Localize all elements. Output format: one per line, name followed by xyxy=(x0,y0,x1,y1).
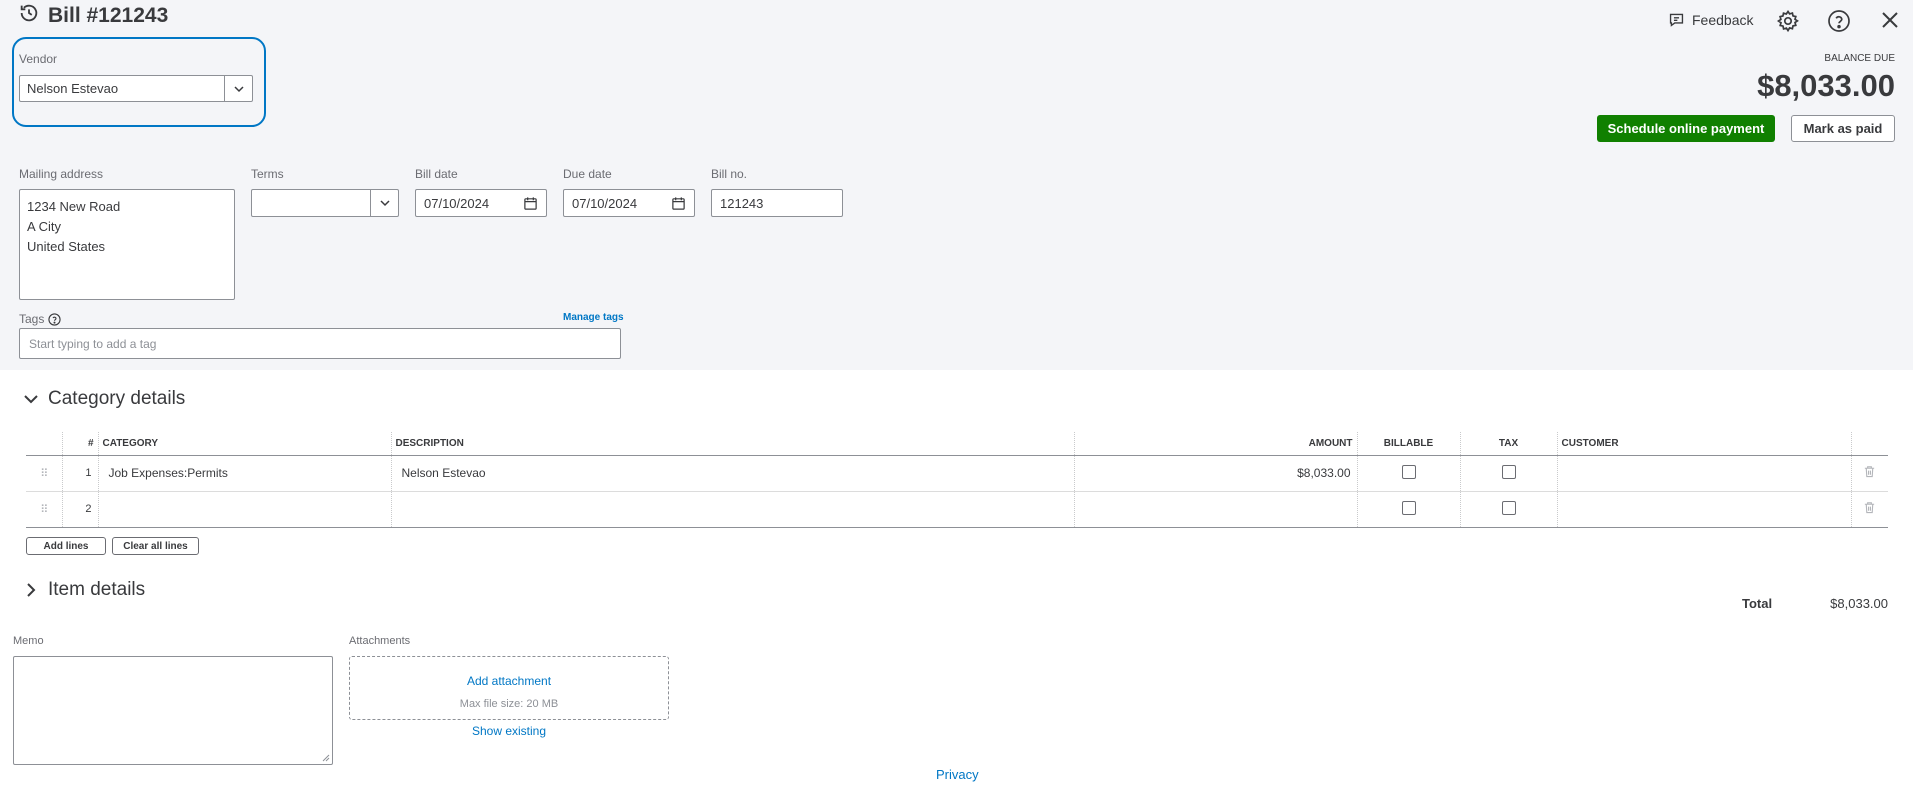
item-details-title: Item details xyxy=(48,579,146,600)
delete-cell xyxy=(1850,455,1888,492)
max-file-size-text: Max file size: 20 MB xyxy=(459,698,559,710)
help-icon[interactable] xyxy=(1827,9,1851,36)
tax-checkbox[interactable] xyxy=(1501,500,1516,515)
info-icon[interactable] xyxy=(48,312,61,326)
table-row: ⠿ 1 Job Expenses:Permits Nelson Estevao … xyxy=(26,455,1888,492)
memo-textarea[interactable] xyxy=(13,656,333,765)
tax-checkbox[interactable] xyxy=(1501,464,1516,479)
trash-icon[interactable] xyxy=(1863,465,1876,478)
terms-select[interactable] xyxy=(251,189,399,217)
bill-date-label: Bill date xyxy=(415,167,458,181)
vendor-value: Nelson Estevao xyxy=(20,76,225,101)
customer-cell[interactable] xyxy=(1556,491,1851,528)
mailing-address-field[interactable]: 1234 New Road A City United States xyxy=(19,189,235,300)
terms-label: Terms xyxy=(251,167,284,181)
memo-label: Memo xyxy=(13,635,44,647)
due-date-label: Due date xyxy=(563,167,612,181)
show-existing-link[interactable]: Show existing xyxy=(349,724,669,738)
chevron-down-icon[interactable] xyxy=(225,76,252,101)
drag-handle-icon[interactable]: ⠿ xyxy=(26,455,62,492)
bill-title: Bill #121243 xyxy=(48,4,169,27)
feedback-button[interactable]: Feedback xyxy=(1668,11,1753,28)
category-details-toggle[interactable]: Category details xyxy=(24,388,185,410)
bill-header-panel xyxy=(0,0,1913,370)
resize-handle-icon[interactable] xyxy=(322,754,330,762)
amount-cell[interactable] xyxy=(1073,491,1357,528)
category-cell[interactable] xyxy=(97,491,391,528)
category-details-title: Category details xyxy=(48,388,186,409)
settings-gear-icon[interactable] xyxy=(1776,9,1800,36)
calendar-icon[interactable] xyxy=(671,196,686,211)
billable-cell xyxy=(1356,491,1460,528)
attachment-dropzone[interactable]: Add attachment Max file size: 20 MB xyxy=(349,656,669,720)
item-details-toggle[interactable]: Item details xyxy=(24,579,145,601)
tags-label-group: Tags xyxy=(19,312,61,326)
mailing-address-label: Mailing address xyxy=(19,167,104,181)
trash-icon[interactable] xyxy=(1863,501,1876,514)
customer-cell[interactable] xyxy=(1556,455,1851,492)
chevron-down-icon xyxy=(24,395,38,404)
col-delete xyxy=(1850,432,1888,456)
mark-as-paid-button[interactable]: Mark as paid xyxy=(1791,115,1895,142)
bill-date-input[interactable]: 07/10/2024 xyxy=(415,189,547,217)
add-lines-button[interactable]: Add lines xyxy=(26,537,106,555)
bill-no-input[interactable]: 121243 xyxy=(711,189,843,217)
calendar-icon[interactable] xyxy=(523,196,538,211)
col-amount: AMOUNT xyxy=(1073,432,1357,456)
add-attachment-link[interactable]: Add attachment xyxy=(350,674,668,688)
category-cell[interactable]: Job Expenses:Permits xyxy=(97,455,391,492)
description-cell[interactable]: Nelson Estevao xyxy=(390,455,1074,492)
col-billable: BILLABLE xyxy=(1356,432,1460,456)
col-description: DESCRIPTION xyxy=(390,432,1074,456)
total-label: Total xyxy=(1742,596,1773,611)
amount-cell[interactable]: $8,033.00 xyxy=(1073,455,1357,492)
attachments-label: Attachments xyxy=(349,635,411,647)
description-cell[interactable] xyxy=(390,491,1074,528)
delete-cell xyxy=(1850,491,1888,528)
terms-value xyxy=(252,190,371,216)
col-num: # xyxy=(61,432,98,456)
total-value: $8,033.00 xyxy=(1830,596,1888,611)
table-header-row: # CATEGORY DESCRIPTION AMOUNT BILLABLE T… xyxy=(26,432,1888,456)
row-number: 1 xyxy=(61,455,98,492)
close-icon[interactable] xyxy=(1880,10,1900,33)
col-category: CATEGORY xyxy=(97,432,391,456)
clear-all-lines-button[interactable]: Clear all lines xyxy=(112,537,199,555)
col-customer: CUSTOMER xyxy=(1556,432,1851,456)
due-date-input[interactable]: 07/10/2024 xyxy=(563,189,695,217)
schedule-online-payment-button[interactable]: Schedule online payment xyxy=(1597,115,1775,142)
bill-no-label: Bill no. xyxy=(711,167,748,181)
vendor-select[interactable]: Nelson Estevao xyxy=(19,75,253,102)
tax-cell xyxy=(1459,491,1557,528)
billable-cell xyxy=(1356,455,1460,492)
chevron-down-icon[interactable] xyxy=(371,190,398,216)
tags-placeholder: Start typing to add a tag xyxy=(29,336,157,351)
feedback-icon xyxy=(1669,13,1684,27)
history-icon[interactable] xyxy=(18,2,40,30)
manage-tags-link[interactable]: Manage tags xyxy=(563,312,624,323)
billable-checkbox[interactable] xyxy=(1401,464,1416,479)
privacy-link[interactable]: Privacy xyxy=(936,767,979,782)
row-number: 2 xyxy=(61,491,98,528)
tags-input[interactable]: Start typing to add a tag xyxy=(19,328,621,359)
drag-handle-icon[interactable]: ⠿ xyxy=(26,491,62,528)
balance-due-amount: $8,033.00 xyxy=(1757,68,1895,103)
col-tax: TAX xyxy=(1459,432,1557,456)
vendor-label: Vendor xyxy=(19,52,58,66)
col-handle xyxy=(26,432,62,456)
table-row: ⠿ 2 xyxy=(26,491,1888,528)
tax-cell xyxy=(1459,455,1557,492)
billable-checkbox[interactable] xyxy=(1401,500,1416,515)
page-title: Bill #121243 xyxy=(18,2,168,30)
chevron-right-icon xyxy=(27,583,36,597)
category-table: # CATEGORY DESCRIPTION AMOUNT BILLABLE T… xyxy=(26,432,1888,528)
balance-due-label: BALANCE DUE xyxy=(1824,53,1895,64)
